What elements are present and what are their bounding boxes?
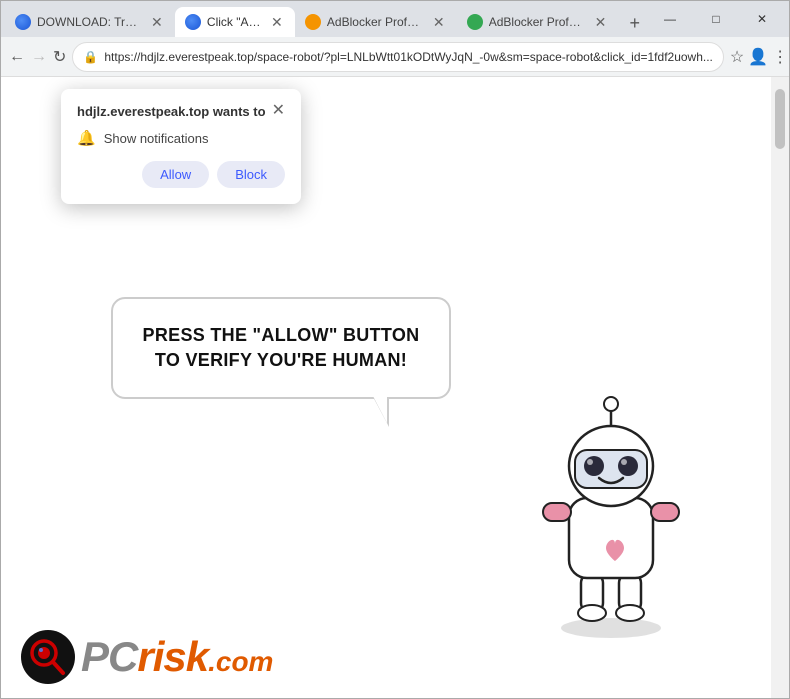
pcrisk-icon — [21, 630, 75, 684]
speech-bubble-text: PRESS THE "ALLOW" BUTTON TO VERIFY YOU'R… — [143, 325, 420, 370]
window-controls: — □ ✕ — [647, 5, 785, 37]
scrollbar-thumb[interactable] — [775, 89, 785, 149]
pcrisk-text-pc: PC — [81, 633, 137, 680]
notif-title: hdjlz.everestpeak.top wants to — [77, 104, 266, 119]
account-icon[interactable]: 👤 — [748, 47, 768, 67]
tab2-favicon — [185, 14, 201, 30]
tab3-favicon — [305, 14, 321, 30]
tab2-close[interactable]: ✕ — [269, 14, 285, 30]
bell-icon: 🔔 — [77, 129, 96, 147]
tab4-title: AdBlocker Professio... — [489, 15, 587, 29]
notif-header: hdjlz.everestpeak.top wants to ✕ — [77, 103, 285, 119]
pcrisk-text-risk: risk — [137, 633, 208, 680]
forward-button[interactable]: → — [31, 43, 47, 71]
notif-actions: Allow Block — [77, 161, 285, 188]
tab4-favicon — [467, 14, 483, 30]
page-content: hdjlz.everestpeak.top wants to ✕ 🔔 Show … — [1, 77, 789, 698]
tab2-title: Click "Allow" — [207, 15, 263, 29]
new-tab-button[interactable]: + — [623, 9, 648, 37]
lock-icon: 🔒 — [83, 50, 98, 64]
tab-download[interactable]: DOWNLOAD: Transfo... ✕ — [5, 7, 175, 37]
notif-close-button[interactable]: ✕ — [272, 103, 285, 119]
speech-bubble-container: PRESS THE "ALLOW" BUTTON TO VERIFY YOU'R… — [111, 297, 451, 399]
back-button[interactable]: ← — [9, 43, 25, 71]
url-display: https://hdjlz.everestpeak.top/space-robo… — [104, 50, 713, 64]
tab-adblocker2[interactable]: AdBlocker Professio... ✕ — [457, 7, 619, 37]
tab3-close[interactable]: ✕ — [431, 14, 447, 30]
toolbar-right: ☆ 👤 ⋮ — [730, 47, 788, 67]
page-inner: hdjlz.everestpeak.top wants to ✕ 🔔 Show … — [1, 77, 771, 698]
address-bar[interactable]: 🔒 https://hdjlz.everestpeak.top/space-ro… — [72, 42, 723, 72]
allow-button[interactable]: Allow — [142, 161, 209, 188]
toolbar: ← → ↻ 🔒 https://hdjlz.everestpeak.top/sp… — [1, 37, 789, 77]
notif-row: 🔔 Show notifications — [77, 129, 285, 147]
speech-bubble: PRESS THE "ALLOW" BUTTON TO VERIFY YOU'R… — [111, 297, 451, 399]
tab-adblocker1[interactable]: AdBlocker Professio... ✕ — [295, 7, 457, 37]
pcrisk-text-com: com — [216, 646, 274, 677]
notification-popup: hdjlz.everestpeak.top wants to ✕ 🔔 Show … — [61, 89, 301, 204]
tab-click-allow[interactable]: Click "Allow" ✕ — [175, 7, 295, 37]
tab4-close[interactable]: ✕ — [593, 14, 609, 30]
tab1-close[interactable]: ✕ — [149, 14, 165, 30]
menu-icon[interactable]: ⋮ — [772, 47, 788, 67]
tab3-title: AdBlocker Professio... — [327, 15, 425, 29]
block-button[interactable]: Block — [217, 161, 285, 188]
notif-description: Show notifications — [104, 131, 209, 146]
maximize-button[interactable]: □ — [693, 5, 739, 33]
close-button[interactable]: ✕ — [739, 5, 785, 33]
pcrisk-text: PCrisk.com — [81, 633, 273, 681]
tab1-title: DOWNLOAD: Transfo... — [37, 15, 143, 29]
robot-image — [511, 378, 711, 638]
minimize-button[interactable]: — — [647, 5, 693, 33]
scrollbar[interactable] — [771, 77, 789, 698]
tab1-favicon — [15, 14, 31, 30]
chrome-window: DOWNLOAD: Transfo... ✕ Click "Allow" ✕ A… — [0, 0, 790, 699]
tab-bar: DOWNLOAD: Transfo... ✕ Click "Allow" ✕ A… — [1, 1, 789, 37]
pcrisk-logo: PCrisk.com — [21, 630, 273, 684]
pcrisk-text-dot: . — [208, 646, 216, 677]
refresh-button[interactable]: ↻ — [53, 43, 66, 71]
bookmark-icon[interactable]: ☆ — [730, 47, 744, 67]
